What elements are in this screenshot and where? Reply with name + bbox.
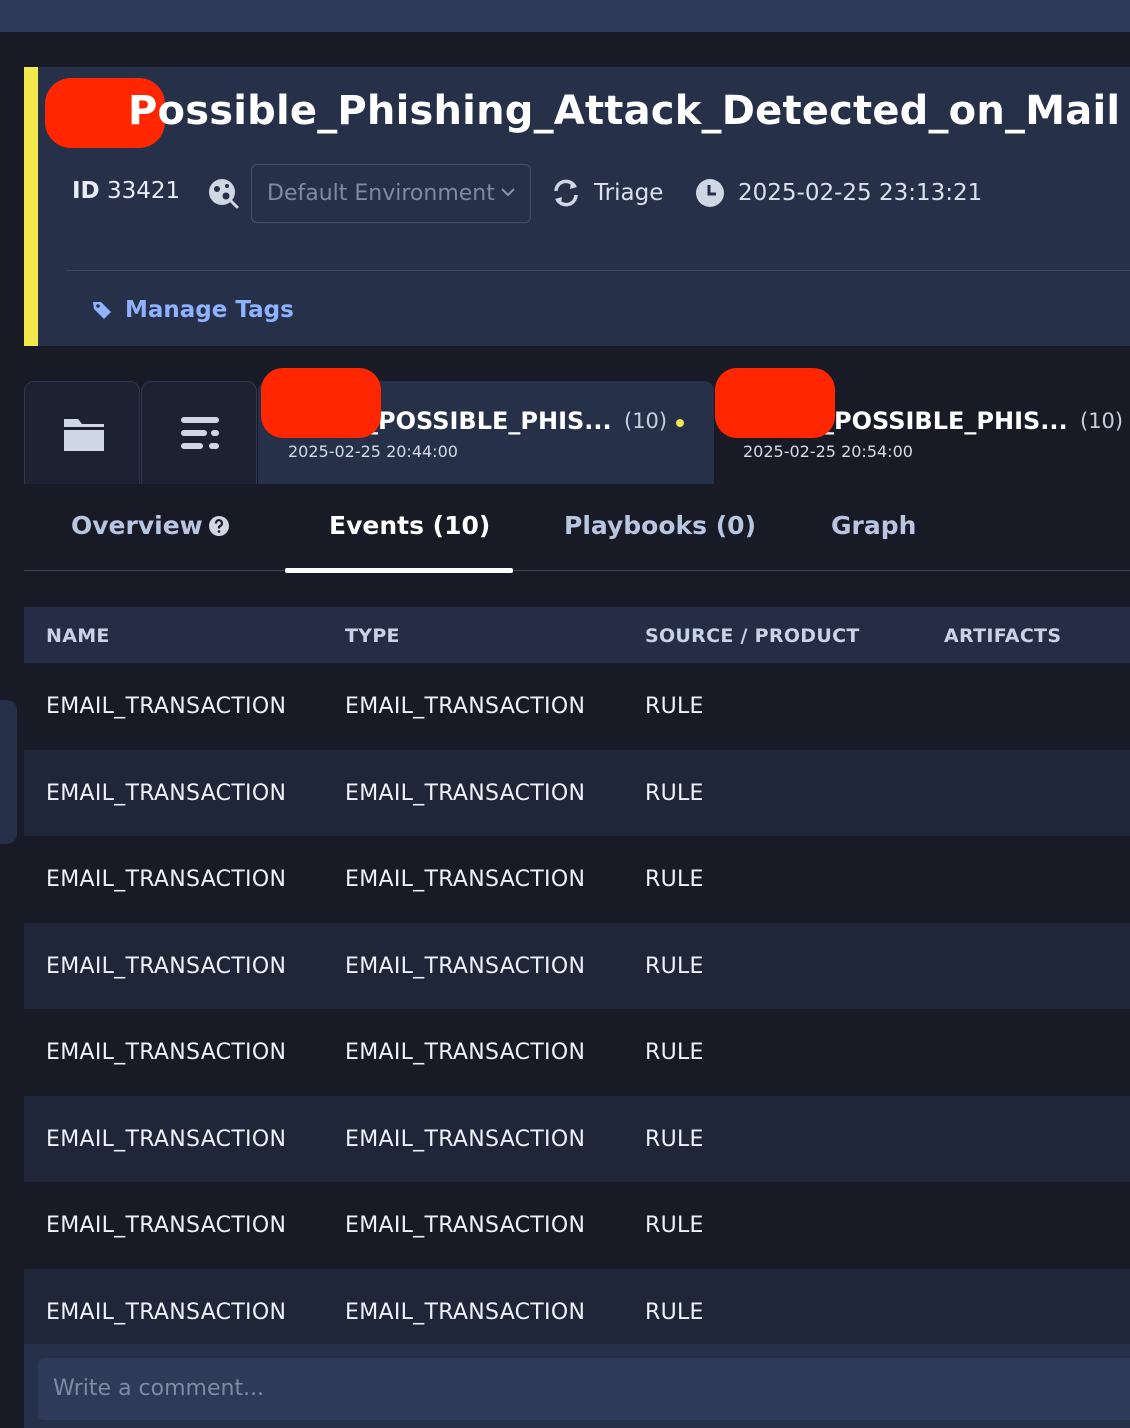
- table-row[interactable]: EMAIL_TRANSACTION EMAIL_TRANSACTION RULE: [24, 1182, 1130, 1269]
- table-row[interactable]: EMAIL_TRANSACTION EMAIL_TRANSACTION RULE: [24, 1095, 1130, 1182]
- clock-icon: [696, 179, 724, 207]
- cell-source: RULE: [645, 953, 704, 979]
- environment-value: Default Environment: [267, 181, 495, 206]
- events-table: NAME TYPE SOURCE / PRODUCT ARTIFACTS EMA…: [24, 607, 1130, 1355]
- alert-tab-count: (10): [624, 409, 668, 433]
- top-bar: [0, 0, 1130, 32]
- active-tab-indicator: [285, 568, 513, 573]
- list-icon: [181, 417, 219, 449]
- cell-source: RULE: [645, 1040, 704, 1065]
- cell-type: EMAIL_TRANSACTION: [345, 1299, 586, 1325]
- case-title: Possible_Phishing_Attack_Detected_on_Mai…: [128, 88, 1121, 134]
- cell-source: RULE: [645, 1213, 704, 1238]
- cell-type: EMAIL_TRANSACTION: [345, 1126, 586, 1152]
- cell-name: EMAIL_TRANSACTION: [46, 867, 287, 892]
- redacted-label: [715, 368, 835, 438]
- column-header-source[interactable]: SOURCE / PRODUCT: [645, 625, 860, 647]
- table-header: NAME TYPE SOURCE / PRODUCT ARTIFACTS: [24, 607, 1130, 663]
- alert-tab-name: _POSSIBLE_PHIS...: [366, 407, 612, 435]
- column-header-artifacts[interactable]: ARTIFACTS: [944, 625, 1061, 647]
- cell-type: EMAIL_TRANSACTION: [345, 780, 586, 806]
- alert-tab-date: 2025-02-25 20:44:00: [288, 442, 458, 461]
- redacted-label: [261, 368, 381, 438]
- cell-name: EMAIL_TRANSACTION: [46, 1299, 287, 1325]
- side-panel-handle[interactable]: [0, 700, 17, 844]
- tabs-divider: [24, 570, 1130, 571]
- environment-select[interactable]: Default Environment: [251, 164, 531, 223]
- cell-name: EMAIL_TRANSACTION: [46, 780, 287, 806]
- column-header-type[interactable]: TYPE: [345, 625, 400, 647]
- alert-tab-name: _POSSIBLE_PHIS...: [822, 407, 1068, 435]
- case-id-value: 33421: [106, 178, 181, 204]
- folder-tile[interactable]: [24, 381, 140, 484]
- stage-label: Triage: [594, 180, 664, 206]
- alert-tab-count: (10): [1080, 409, 1124, 433]
- tab-graph[interactable]: Graph: [831, 511, 916, 540]
- tab-events[interactable]: Events (10): [329, 511, 490, 540]
- cell-source: RULE: [645, 694, 704, 719]
- cell-type: EMAIL_TRANSACTION: [345, 867, 586, 892]
- cell-name: EMAIL_TRANSACTION: [46, 953, 287, 979]
- cell-type: EMAIL_TRANSACTION: [345, 1213, 586, 1238]
- table-row[interactable]: EMAIL_TRANSACTION EMAIL_TRANSACTION RULE: [24, 749, 1130, 836]
- cell-type: EMAIL_TRANSACTION: [345, 1040, 586, 1065]
- table-row[interactable]: EMAIL_TRANSACTION EMAIL_TRANSACTION RULE: [24, 1268, 1130, 1355]
- question-circle-icon[interactable]: [208, 515, 230, 537]
- cell-type: EMAIL_TRANSACTION: [345, 953, 586, 979]
- chevron-down-icon: [501, 188, 515, 197]
- cell-source: RULE: [645, 1126, 704, 1152]
- folder-icon: [64, 419, 104, 451]
- list-tile[interactable]: [141, 381, 257, 484]
- table-row[interactable]: EMAIL_TRANSACTION EMAIL_TRANSACTION RULE: [24, 922, 1130, 1009]
- alert-tab-date: 2025-02-25 20:54:00: [743, 442, 913, 461]
- case-id-label: ID: [72, 178, 100, 204]
- header-divider: [66, 270, 1130, 271]
- table-row[interactable]: EMAIL_TRANSACTION EMAIL_TRANSACTION RULE: [24, 663, 1130, 750]
- cell-name: EMAIL_TRANSACTION: [46, 1213, 287, 1238]
- case-id: ID 33421: [72, 178, 180, 204]
- refresh-cycle-icon: [554, 179, 578, 207]
- table-body: EMAIL_TRANSACTION EMAIL_TRANSACTION RULE EM…: [24, 663, 1130, 1355]
- cell-source: RULE: [645, 780, 704, 806]
- tab-playbooks[interactable]: Playbooks (0): [564, 511, 756, 540]
- table-row[interactable]: EMAIL_TRANSACTION EMAIL_TRANSACTION RULE: [24, 1009, 1130, 1096]
- cell-source: RULE: [645, 1299, 704, 1325]
- table-row[interactable]: EMAIL_TRANSACTION EMAIL_TRANSACTION RULE: [24, 836, 1130, 923]
- manage-tags-link[interactable]: Manage Tags: [125, 297, 294, 323]
- tab-overview[interactable]: Overview: [71, 511, 203, 540]
- cell-name: EMAIL_TRANSACTION: [46, 1040, 287, 1065]
- cell-name: EMAIL_TRANSACTION: [46, 694, 287, 719]
- unread-dot: [676, 419, 684, 427]
- environment-globe-icon: [209, 179, 239, 209]
- cell-type: EMAIL_TRANSACTION: [345, 694, 586, 719]
- cell-name: EMAIL_TRANSACTION: [46, 1126, 287, 1152]
- comment-input[interactable]: Write a comment...: [38, 1358, 1130, 1420]
- column-header-name[interactable]: NAME: [46, 625, 110, 647]
- tag-icon: [93, 302, 111, 319]
- case-datetime: 2025-02-25 23:13:21: [738, 180, 983, 206]
- cell-source: RULE: [645, 867, 704, 892]
